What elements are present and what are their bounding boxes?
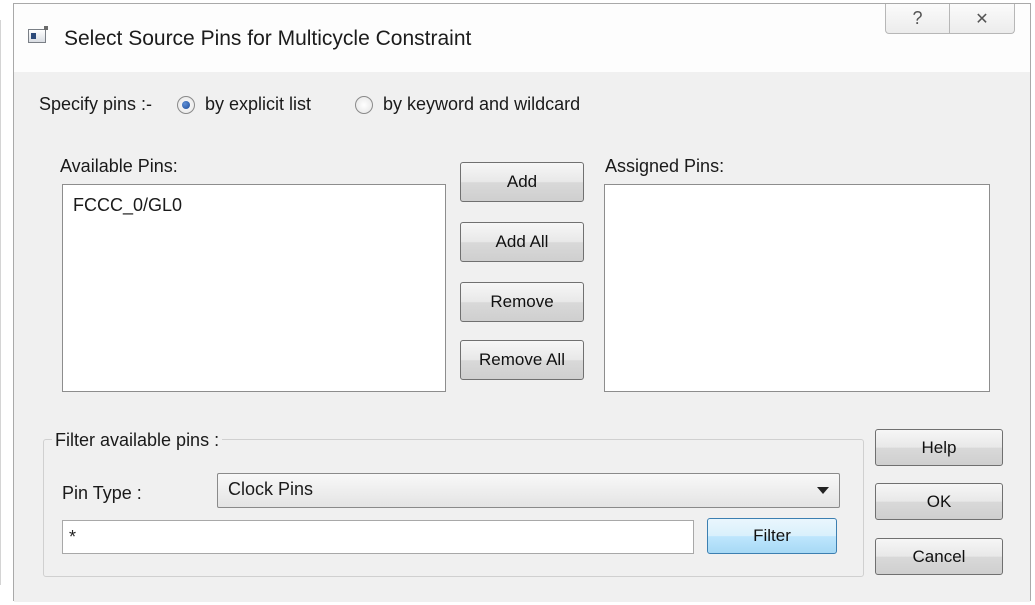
- title-bar: Select Source Pins for Multicycle Constr…: [14, 4, 1030, 72]
- dialog-body: Specify pins :- by explicit list by keyw…: [14, 72, 1030, 602]
- filter-pattern-input[interactable]: [62, 520, 694, 554]
- application-icon: [28, 26, 48, 43]
- close-window-button[interactable]: ✕: [949, 4, 1015, 34]
- assigned-pins-list[interactable]: [604, 184, 990, 392]
- remove-button[interactable]: Remove: [460, 282, 584, 322]
- explicit-list-label[interactable]: by explicit list: [205, 94, 311, 115]
- pin-type-selected-value: Clock Pins: [228, 479, 314, 499]
- question-mark-icon: ?: [912, 8, 923, 28]
- ok-button[interactable]: OK: [875, 483, 1003, 520]
- filter-pattern-field[interactable]: [63, 521, 693, 553]
- context-help-button[interactable]: ?: [885, 4, 950, 34]
- pin-type-dropdown[interactable]: Clock Pins: [217, 473, 840, 508]
- list-item[interactable]: FCCC_0/GL0: [73, 195, 182, 216]
- add-all-button[interactable]: Add All: [460, 222, 584, 262]
- explicit-list-radio[interactable]: [177, 96, 195, 114]
- close-icon: ✕: [975, 10, 989, 28]
- specify-pins-label: Specify pins :-: [39, 94, 153, 114]
- keyword-wildcard-radio[interactable]: [355, 96, 373, 114]
- filter-button[interactable]: Filter: [707, 518, 837, 554]
- cancel-button[interactable]: Cancel: [875, 538, 1003, 575]
- multicycle-source-pins-dialog: Select Source Pins for Multicycle Constr…: [13, 3, 1031, 602]
- available-pins-list[interactable]: FCCC_0/GL0: [62, 184, 446, 392]
- remove-all-button[interactable]: Remove All: [460, 340, 584, 380]
- dropdown-arrow-icon: [817, 487, 829, 494]
- help-button[interactable]: Help: [875, 429, 1003, 466]
- add-button[interactable]: Add: [460, 162, 584, 202]
- pin-type-label: Pin Type :: [62, 483, 142, 503]
- background-frame-line: [0, 20, 1, 585]
- keyword-wildcard-label[interactable]: by keyword and wildcard: [383, 94, 580, 115]
- window-title: Select Source Pins for Multicycle Constr…: [64, 27, 472, 50]
- filter-group-label: Filter available pins :: [52, 430, 223, 451]
- filter-group-box: [43, 439, 864, 577]
- available-pins-label: Available Pins:: [60, 156, 178, 176]
- assigned-pins-label: Assigned Pins:: [605, 156, 725, 176]
